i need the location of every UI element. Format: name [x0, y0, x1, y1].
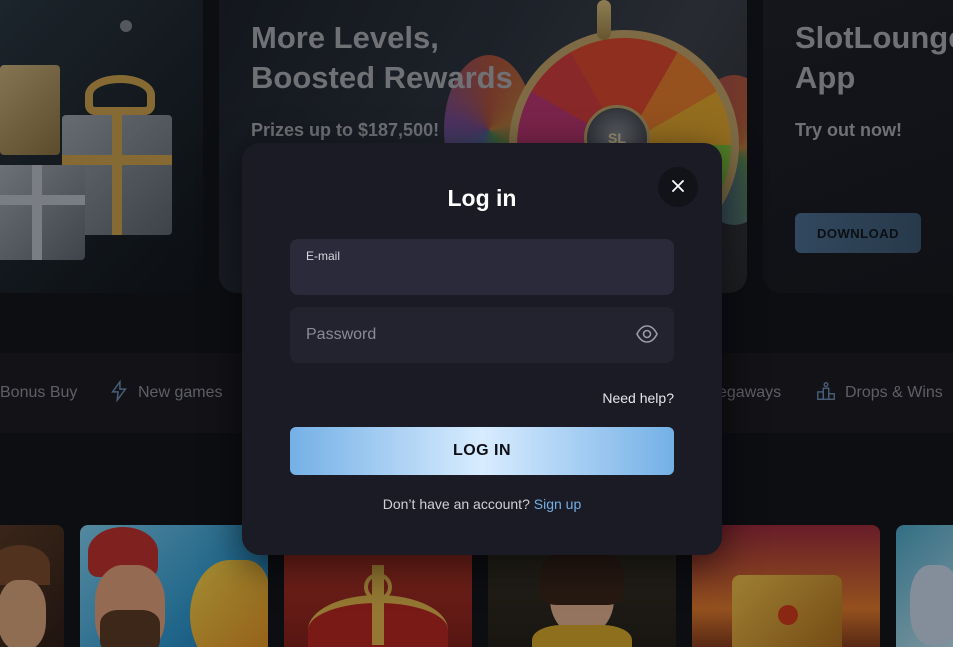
- login-modal: Log in E-mail Need help? LOG IN Don’t ha…: [242, 143, 722, 555]
- email-field: E-mail: [290, 239, 674, 295]
- signup-prompt: Don’t have an account? Sign up: [242, 496, 722, 512]
- page-root: SL More Levels, Boosted Rewards Prizes u…: [0, 0, 953, 647]
- show-password-button[interactable]: [634, 323, 660, 347]
- email-input[interactable]: [290, 239, 674, 295]
- modal-title: Log in: [447, 185, 517, 211]
- no-account-text: Don’t have an account?: [382, 496, 530, 512]
- login-button[interactable]: LOG IN: [290, 427, 674, 475]
- password-input[interactable]: [290, 307, 674, 363]
- eye-icon: [636, 324, 658, 346]
- need-help-link[interactable]: Need help?: [602, 390, 674, 406]
- signup-link[interactable]: Sign up: [534, 496, 581, 512]
- password-field: [290, 307, 674, 363]
